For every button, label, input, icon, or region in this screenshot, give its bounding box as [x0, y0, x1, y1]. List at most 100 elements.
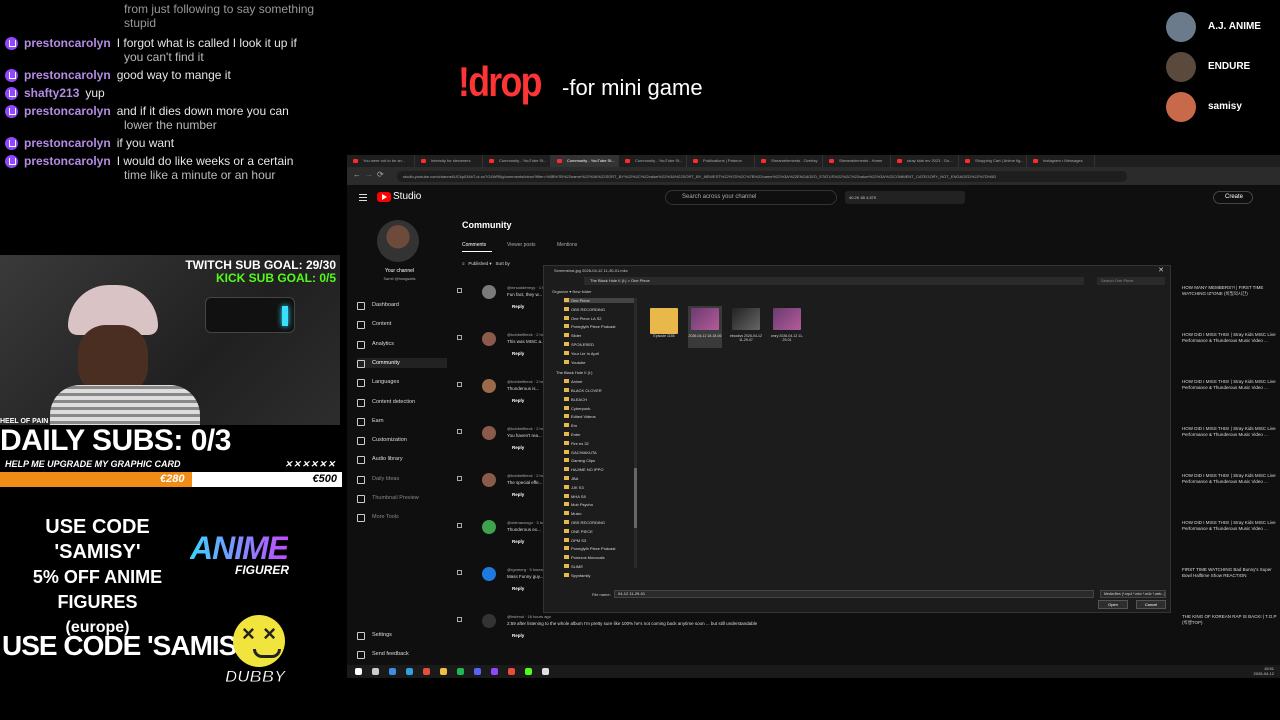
- reply-button[interactable]: Reply: [512, 304, 524, 309]
- browser-tab[interactable]: Intensity for streamers: [415, 155, 483, 167]
- folder-tree-item[interactable]: JJK S3: [564, 484, 584, 490]
- menu-icon[interactable]: [359, 194, 367, 201]
- file-tile[interactable]: 2026-04-12 18-18-06: [688, 306, 722, 348]
- reply-button[interactable]: Reply: [512, 445, 524, 450]
- studio-search-input[interactable]: Search across your channel: [665, 190, 837, 205]
- file-tile[interactable]: ebookvs 2026-04-12 11-29-07: [729, 306, 763, 348]
- reply-button[interactable]: Reply: [512, 633, 524, 638]
- video-title[interactable]: HOW DID I MISS THIS! | Stray Kids MISC L…: [1182, 332, 1277, 344]
- folder-tree-item[interactable]: BLACK CLOVER: [564, 388, 602, 393]
- folder-tree-item[interactable]: Poneglyth Piece Podcast: [564, 546, 615, 551]
- reply-button[interactable]: Reply: [512, 586, 524, 591]
- browser-tab[interactable]: Community - YouTube St...: [619, 155, 687, 167]
- filename-input[interactable]: 04-12 11-29-01: [614, 590, 1094, 598]
- dialog-path[interactable]: The Black Hole II (I:) > One Piece: [584, 277, 1084, 285]
- video-title[interactable]: HOW DID I MISS THIS! | Stray Kids MISC L…: [1182, 426, 1277, 438]
- comment-checkbox[interactable]: [457, 617, 462, 622]
- sidebar-item-community[interactable]: Community: [357, 357, 447, 368]
- reply-button[interactable]: Reply: [512, 492, 524, 497]
- chat-username[interactable]: prestoncarolyn: [24, 68, 111, 82]
- sidebar-item-dashboard[interactable]: Dashboard: [357, 300, 447, 310]
- taskbar-app-icon[interactable]: [423, 668, 430, 675]
- comment-checkbox[interactable]: [457, 476, 462, 481]
- chat-username[interactable]: prestoncarolyn: [24, 104, 111, 118]
- filter-icon[interactable]: ≡: [462, 261, 465, 266]
- folder-tree-item[interactable]: Edited Videos: [564, 414, 596, 419]
- sidebar-item-content-detection[interactable]: Content detection: [357, 397, 447, 407]
- browser-tab[interactable]: Streamelements - Overlay: [755, 155, 823, 167]
- browser-tab[interactable]: stray kids mv 2023 - Go...: [891, 155, 959, 167]
- chat-username[interactable]: prestoncarolyn: [24, 36, 111, 50]
- channel-avatar[interactable]: [377, 220, 419, 262]
- folder-tree-item[interactable]: Slider: [564, 333, 581, 338]
- comment-checkbox[interactable]: [457, 288, 462, 293]
- folder-tree-item[interactable]: Music: [564, 511, 581, 516]
- folder-tree-item[interactable]: HAJIME NO IPPO: [564, 467, 603, 472]
- folder-tree-item[interactable]: OBS RECORDING: [564, 306, 605, 312]
- folder-tree-item[interactable]: ONE PIECE: [564, 528, 593, 534]
- folder-tree-item[interactable]: Mob Psycho: [564, 502, 593, 507]
- sidebar-item-daily-ideas[interactable]: Daily Ideas: [357, 474, 447, 484]
- taskbar-app-icon[interactable]: [474, 668, 481, 675]
- avatar[interactable]: [482, 473, 496, 487]
- chat-username[interactable]: prestoncarolyn: [24, 136, 111, 150]
- sidebar-item-languages[interactable]: Languages: [357, 377, 447, 388]
- cancel-button[interactable]: Cancel: [1136, 600, 1166, 609]
- comment-checkbox[interactable]: [457, 382, 462, 387]
- taskbar-app-icon[interactable]: [372, 668, 379, 675]
- tab-comments[interactable]: Comments: [462, 242, 486, 248]
- video-title[interactable]: THE KING OF KOREAN RAP IS BACK! | T.O.P …: [1182, 614, 1277, 626]
- avatar[interactable]: [482, 426, 496, 440]
- filter-published[interactable]: Published: [468, 261, 488, 266]
- chat-username[interactable]: prestoncarolyn: [24, 154, 111, 168]
- tab-viewer-posts[interactable]: Viewer posts: [507, 242, 536, 248]
- taskbar-app-icon[interactable]: [491, 668, 498, 675]
- back-icon[interactable]: ←: [353, 170, 361, 179]
- taskbar-app-icon[interactable]: [355, 668, 362, 675]
- sidebar-item-earn[interactable]: Earn: [357, 416, 447, 426]
- create-button[interactable]: Create: [1213, 191, 1253, 204]
- forward-icon[interactable]: →: [365, 170, 373, 179]
- taskbar-app-icon[interactable]: [440, 668, 447, 675]
- browser-tab[interactable]: Community - YouTube St...: [483, 155, 551, 167]
- reload-icon[interactable]: ⟳: [377, 170, 384, 179]
- folder-tree-item[interactable]: Youtube: [564, 359, 586, 365]
- taskbar-app-icon[interactable]: [406, 668, 413, 675]
- video-title[interactable]: HOW MANY MEMBERS?! | FIRST TIME WATCHING…: [1182, 285, 1277, 297]
- avatar[interactable]: [482, 285, 496, 299]
- folder-tree-item[interactable]: One Piece: [564, 298, 634, 303]
- sidebar-item-content[interactable]: Content: [357, 319, 447, 330]
- avatar[interactable]: [482, 614, 496, 628]
- file-tile[interactable]: cmry 2026-04-12 11-29-01: [770, 306, 804, 348]
- sidebar-item-thumbnail-preview[interactable]: Thumbnail Preview: [357, 493, 447, 503]
- video-title[interactable]: FIRST TIME WATCHING Bad Bunny's Super Bo…: [1182, 567, 1277, 579]
- sidebar-item-analytics[interactable]: Analytics: [357, 339, 447, 349]
- browser-tab[interactable]: Publications | Patreon: [687, 155, 755, 167]
- sidebar-item-customization[interactable]: Customization: [357, 435, 447, 446]
- reply-button[interactable]: Reply: [512, 539, 524, 544]
- comment-checkbox[interactable]: [457, 429, 462, 434]
- taskbar-app-icon[interactable]: [508, 668, 515, 675]
- sidebar-item-audio-library[interactable]: Audio library: [357, 454, 447, 465]
- folder-tree-item[interactable]: OPM S3: [564, 537, 586, 543]
- folder-tree-item[interactable]: Poneglyth Piece Podcast: [564, 324, 615, 329]
- file-tile[interactable]: Episode 1156: [647, 306, 681, 348]
- video-title[interactable]: HOW DID I MISS THIS! | Stray Kids MISC L…: [1182, 473, 1277, 485]
- taskbar-app-icon[interactable]: [457, 668, 464, 675]
- video-title[interactable]: HOW DID I MISS THIS! | Stray Kids MISC L…: [1182, 520, 1277, 532]
- browser-tab[interactable]: Streamelements - Home: [823, 155, 891, 167]
- folder-tree-item[interactable]: Enter: [564, 432, 581, 437]
- folder-tree-item[interactable]: Ponezos Movocals: [564, 555, 605, 560]
- avatar[interactable]: [482, 379, 496, 393]
- folder-tree-item[interactable]: SPOILERED: [564, 342, 594, 347]
- sidebar-item-more-tools[interactable]: More Tools: [357, 512, 447, 523]
- close-icon[interactable]: ✕: [1158, 266, 1164, 274]
- url-input[interactable]: studio.youtube.com/channel/UCkp034bT-ct-…: [397, 171, 1127, 182]
- comment-checkbox[interactable]: [457, 570, 462, 575]
- browser-tab[interactable]: You were not to be an...: [347, 155, 415, 167]
- avatar[interactable]: [482, 520, 496, 534]
- sidebar-item-send-feedback[interactable]: Send feedback: [357, 649, 447, 659]
- open-button[interactable]: Open: [1098, 600, 1128, 609]
- taskbar-app-icon[interactable]: [525, 668, 532, 675]
- folder-tree-item[interactable]: Spyxfamily: [564, 572, 590, 578]
